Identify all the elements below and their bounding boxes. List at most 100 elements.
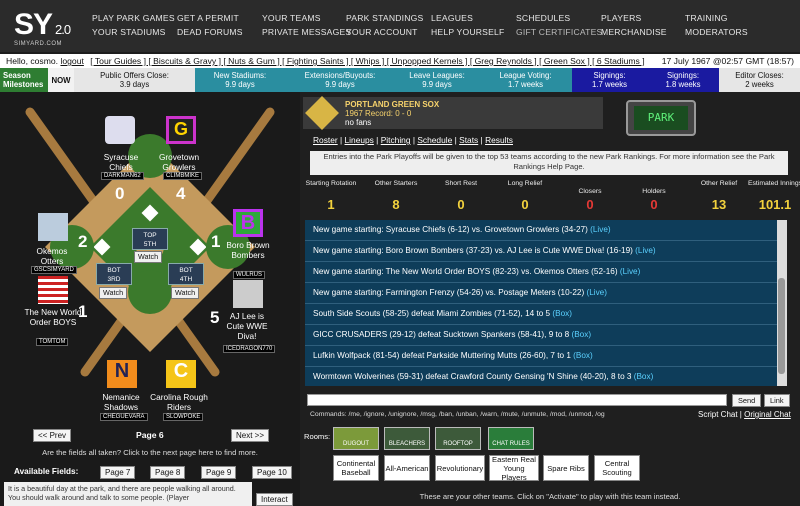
- team-logo-carolina[interactable]: C: [166, 360, 196, 388]
- link-button[interactable]: Link: [764, 394, 790, 407]
- handle-cheguevara[interactable]: CHEGUEVARA: [100, 413, 148, 421]
- team-name-grovetown[interactable]: Grovetown Growlers: [150, 152, 208, 172]
- team-name[interactable]: PORTLAND GREEN SOX: [345, 100, 603, 109]
- tab-pitching[interactable]: Pitching: [381, 135, 411, 145]
- team-name-syracuse[interactable]: Syracuse Chiefs: [92, 152, 150, 172]
- prev-page-button[interactable]: << Prev: [33, 429, 72, 442]
- team-logo-ajlee[interactable]: [233, 280, 263, 308]
- nav-help-yourself[interactable]: HELP YOURSELF: [431, 25, 504, 39]
- handle-slowpoke[interactable]: SLOWPOKE: [163, 413, 204, 421]
- nav-players[interactable]: PLAYERS: [601, 11, 667, 25]
- nav-your-stadiums[interactable]: YOUR STADIUMS: [92, 25, 175, 39]
- feed-live-link[interactable]: (Live): [590, 225, 610, 234]
- other-team-eastern-real[interactable]: Eastern Real Young Players: [489, 455, 539, 482]
- scrollbar-thumb[interactable]: [778, 278, 785, 374]
- handle-icedragon770[interactable]: ICEDRAGON770: [223, 345, 276, 353]
- feed-live-link[interactable]: (Live): [635, 246, 655, 255]
- room-rooftop[interactable]: ROOFTOP: [435, 427, 481, 450]
- team-logo-nemanice[interactable]: N: [107, 360, 137, 388]
- other-team-all-american[interactable]: All-American: [384, 455, 430, 481]
- team-name-boro[interactable]: Boro Brown Bombers: [225, 240, 271, 260]
- team-logo-grovetown[interactable]: G: [166, 116, 196, 144]
- nav-your-account[interactable]: YOUR ACCOUNT: [346, 25, 423, 39]
- pitching-label: Estimated Innings: [747, 180, 800, 187]
- tab-lineups[interactable]: Lineups: [345, 135, 374, 145]
- page-7-button[interactable]: Page 7: [100, 466, 136, 479]
- nav-get-a-permit[interactable]: GET A PERMIT: [177, 11, 243, 25]
- other-team-revolutionary[interactable]: Revolutionary: [435, 455, 485, 481]
- feed-scrollbar[interactable]: [777, 220, 787, 386]
- nav-col-2: GET A PERMIT DEAD FORUMS: [177, 11, 243, 39]
- nav-moderators[interactable]: MODERATORS: [685, 25, 748, 39]
- other-team-spare-ribs[interactable]: Spare Ribs: [543, 455, 589, 481]
- handle-climbmike[interactable]: CLIMBMIKE: [163, 172, 203, 180]
- team-name-ajlee[interactable]: AJ Lee is Cute WWE Diva!: [222, 311, 272, 341]
- nav-schedules[interactable]: SCHEDULES: [516, 11, 602, 25]
- team-name-carolina[interactable]: Carolina Rough Riders: [150, 392, 208, 412]
- team-name-okemos[interactable]: Okemos Otters: [27, 246, 77, 266]
- handle-gscsimyard[interactable]: GSCSIMYARD: [31, 266, 77, 274]
- fields-taken-hint[interactable]: Are the fields all taken? Click to the n…: [0, 448, 300, 457]
- page-8-button[interactable]: Page 8: [150, 466, 186, 479]
- nav-merchandise[interactable]: MERCHANDISE: [601, 25, 667, 39]
- handle-wulrus[interactable]: WULRUS: [233, 271, 266, 279]
- feed-text: New game starting: The New World Order B…: [313, 267, 618, 276]
- script-chat-link[interactable]: Script Chat: [698, 410, 738, 419]
- team-logo-okemos[interactable]: [38, 213, 68, 241]
- next-page-button[interactable]: Next >>: [231, 429, 270, 442]
- tab-roster[interactable]: Roster: [313, 135, 338, 145]
- site-logo[interactable]: SY 2.0: [14, 8, 71, 42]
- team-logo-boro[interactable]: B: [233, 209, 263, 237]
- feed-live-link[interactable]: (Live): [620, 267, 640, 276]
- nav-your-teams[interactable]: YOUR TEAMS: [262, 11, 351, 25]
- tab-schedule[interactable]: Schedule: [417, 135, 452, 145]
- original-chat-link[interactable]: Original Chat: [744, 410, 791, 419]
- team-logo-nwo[interactable]: [38, 276, 68, 304]
- inning-half: TOP: [143, 232, 157, 239]
- ticker-label: Season Milestones: [3, 71, 44, 89]
- room-dugout[interactable]: DUGOUT: [333, 427, 379, 450]
- feed-box-link[interactable]: (Box): [634, 372, 654, 381]
- team-logo-syracuse[interactable]: [105, 116, 135, 144]
- nav-gift-certificates[interactable]: GIFT CERTIFICATES: [516, 25, 602, 39]
- score-boro: 1: [211, 232, 221, 251]
- handle-darkman62[interactable]: DARKMAN62: [101, 172, 144, 180]
- feed-item: South Side Scouts (58-25) defeat Miami Z…: [305, 304, 777, 325]
- logout-link[interactable]: logout: [60, 56, 83, 66]
- nav-private-messages[interactable]: PRIVATE MESSAGES: [262, 25, 351, 39]
- page-9-button[interactable]: Page 9: [201, 466, 237, 479]
- handle-tomtom[interactable]: TOMTOM: [36, 338, 69, 346]
- pitching-value: 0: [521, 197, 529, 212]
- ticker-value: 1.8 weeks: [665, 80, 701, 89]
- feed-item: Lufkin Wolfpack (81-54) defeat Parkside …: [305, 346, 777, 367]
- team-name-nemanice[interactable]: Nemanice Shadows: [92, 392, 150, 412]
- nav-training[interactable]: TRAINING: [685, 11, 748, 25]
- other-team-central-scouting[interactable]: Central Scouting: [594, 455, 640, 481]
- other-team-continental[interactable]: Continental Baseball: [333, 455, 379, 481]
- team-links[interactable]: [ Tour Guides ] [ Biscuits & Gravy ] [ N…: [90, 56, 644, 66]
- feed-live-link[interactable]: (Live): [586, 288, 606, 297]
- room-chat-rules[interactable]: CHAT RULES: [488, 427, 534, 450]
- watch-button-bot3rd[interactable]: Watch: [99, 287, 128, 299]
- tab-stats[interactable]: Stats: [459, 135, 478, 145]
- page-10-button[interactable]: Page 10: [252, 466, 292, 479]
- feed-box-link[interactable]: (Box): [571, 330, 591, 339]
- feed-text: South Side Scouts (58-25) defeat Miami Z…: [313, 309, 551, 318]
- watch-button-bot4th[interactable]: Watch: [171, 287, 200, 299]
- interact-button[interactable]: Interact: [256, 493, 293, 506]
- nav-play-park-games[interactable]: PLAY PARK GAMES: [92, 11, 175, 25]
- team-name-nwo[interactable]: The New World Order BOYS: [23, 307, 83, 327]
- watch-button-top5th[interactable]: Watch: [134, 251, 163, 263]
- send-button[interactable]: Send: [732, 394, 762, 407]
- feed-box-link[interactable]: (Box): [552, 309, 572, 318]
- feed-box-link[interactable]: (Box): [573, 351, 593, 360]
- tab-results[interactable]: Results: [485, 135, 513, 145]
- pitching-other-relief: Other Relief 13: [690, 180, 748, 214]
- nav-park-standings[interactable]: PARK STANDINGS: [346, 11, 423, 25]
- chat-input[interactable]: [307, 394, 727, 406]
- room-bleachers[interactable]: BLEACHERS: [384, 427, 430, 450]
- pitching-value: 1: [327, 197, 335, 212]
- nav-leagues[interactable]: LEAGUES: [431, 11, 504, 25]
- nav-dead-forums[interactable]: DEAD FORUMS: [177, 25, 243, 39]
- park-sign[interactable]: PARK: [626, 100, 696, 136]
